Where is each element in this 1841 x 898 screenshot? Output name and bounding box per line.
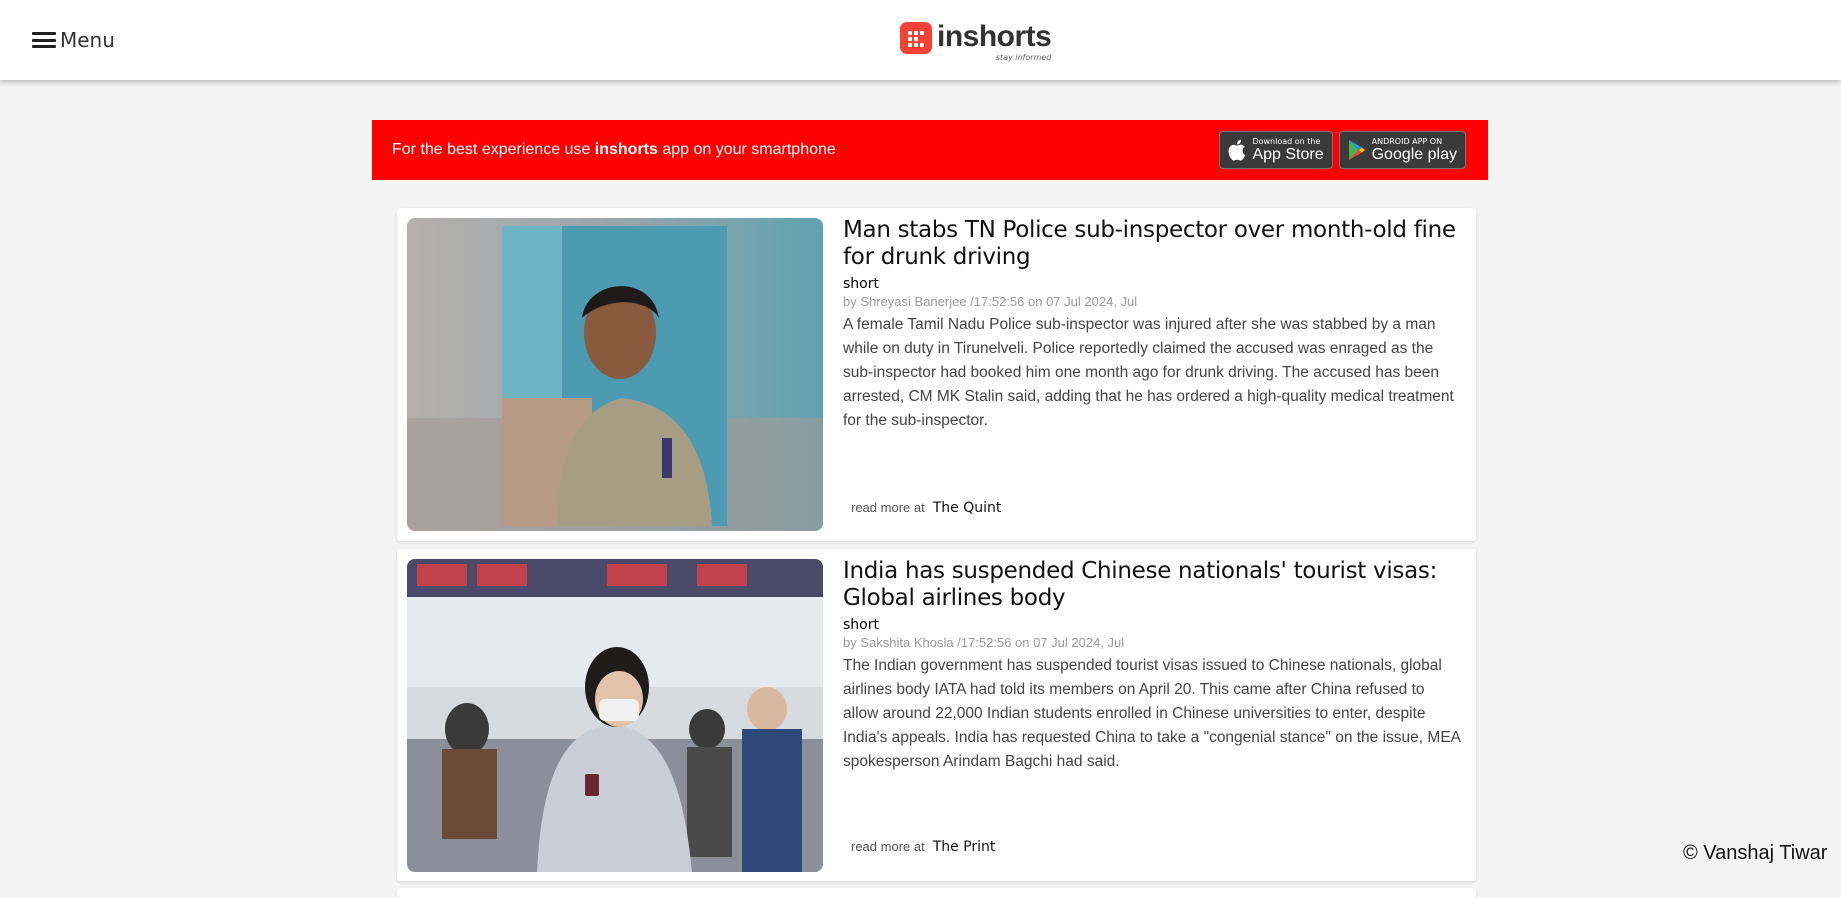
article-image[interactable] [407,218,823,531]
source-link[interactable]: The Quint [933,500,1002,516]
hamburger-icon [32,31,56,49]
google-play-button[interactable]: ANDROID APP ON Google play [1338,131,1466,169]
article-type-label: short [843,276,879,292]
app-store-label: App Store [1252,145,1324,163]
google-play-label: Google play [1371,145,1457,163]
read-more: read more at The Quint [851,500,1001,516]
news-card[interactable]: Man stabs TN Police sub-inspector over m… [397,208,1476,541]
article-title[interactable]: Man stabs TN Police sub-inspector over m… [843,217,1463,271]
read-more: read more at The Print [851,839,995,855]
logo-icon [900,22,932,54]
article-type-label: short [843,617,879,633]
article-body: A female Tamil Nadu Police sub-inspector… [843,316,1454,429]
google-play-icon [1348,140,1365,160]
top-header: Menu inshorts stay informed [0,0,1841,80]
menu-label: Menu [60,28,115,52]
google-play-small-text: ANDROID APP ON [1371,136,1443,146]
article-byline: by Shreyasi Banerjee /17:52:56 on 07 Jul… [843,294,1138,309]
logo-text: inshorts [937,20,1052,53]
app-promo-banner: For the best experience use inshorts app… [372,120,1488,180]
article-image[interactable] [407,559,823,872]
menu-button[interactable]: Menu [32,26,115,54]
logo-tagline: stay informed [995,53,1052,62]
news-card[interactable]: India has suspended Chinese nationals' t… [397,549,1476,881]
news-card[interactable] [397,888,1476,898]
banner-text: For the best experience use inshorts app… [392,141,836,158]
inshorts-logo[interactable]: inshorts stay informed [900,20,1052,64]
banner-brand: inshorts [594,141,658,158]
article-body: The Indian government has suspended tour… [843,657,1461,770]
copyright-text: © Vanshaj Tiwar [1683,842,1828,864]
source-link[interactable]: The Print [933,839,996,855]
apple-icon [1228,139,1246,161]
article-title[interactable]: India has suspended Chinese nationals' t… [843,558,1463,612]
app-store-small-text: Download on the [1252,136,1321,146]
app-store-button[interactable]: Download on the App Store [1219,131,1333,169]
read-more-label: read more at [851,839,925,854]
article-byline: by Sakshita Khosla /17:52:56 on 07 Jul 2… [843,635,1125,650]
read-more-label: read more at [851,500,925,515]
